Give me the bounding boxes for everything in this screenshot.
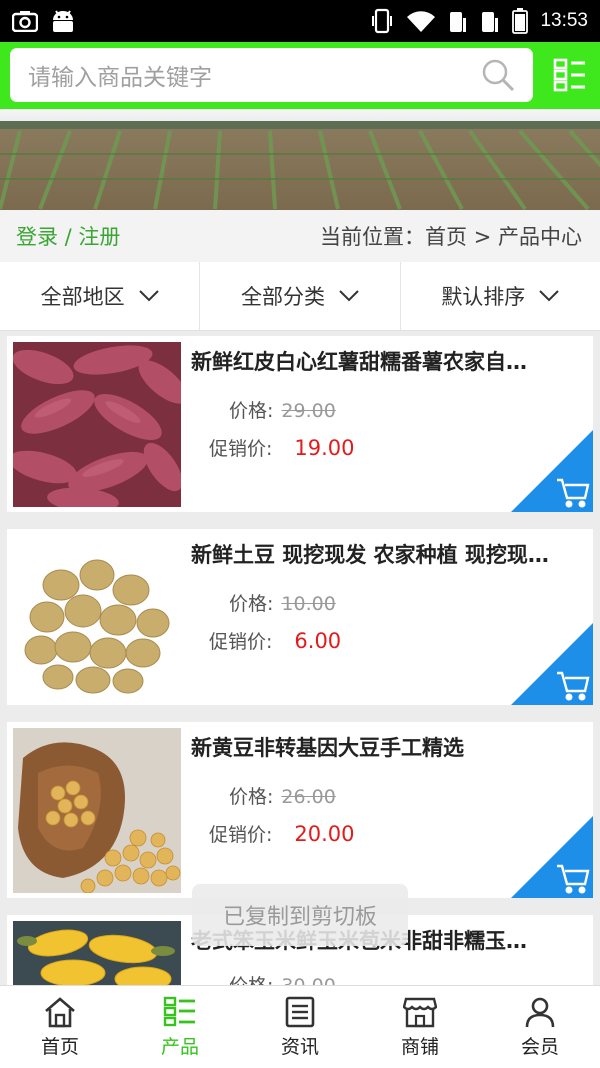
product-card[interactable]: 新黄豆非转基因大豆手工精选 价格: 26.00 促销价: 20.00: [7, 722, 593, 898]
product-title[interactable]: 新黄豆非转基因大豆手工精选: [191, 732, 581, 762]
user-icon: [524, 996, 556, 1028]
signal-icon-2: [480, 8, 500, 34]
price-label: 价格:: [229, 593, 274, 615]
filter-bar: 全部地区 全部分类 默认排序: [0, 262, 600, 331]
product-title[interactable]: 新鲜红皮白心红薯甜糯番薯农家自…: [191, 346, 581, 376]
price-row: 价格: 29.00: [229, 396, 336, 423]
tab-home[interactable]: 首页: [0, 986, 120, 1068]
original-price: 29.00: [281, 400, 336, 422]
toast-message: 已复制到剪切板: [192, 884, 408, 946]
home-icon: [43, 996, 77, 1028]
chevron-down-icon: [138, 290, 159, 302]
search-icon[interactable]: [481, 58, 515, 92]
chevron-down-icon: [339, 290, 359, 302]
status-bar: 13:53: [0, 0, 600, 42]
promo-label: 促销价:: [209, 438, 273, 460]
promo-row: 促销价: 20.00: [209, 820, 355, 847]
product-image-sweet-potato[interactable]: [13, 342, 181, 507]
list-icon: [163, 996, 197, 1028]
add-to-cart-button[interactable]: [511, 623, 593, 705]
promo-label: 促销价:: [209, 824, 273, 846]
tab-home-label: 首页: [40, 1035, 79, 1058]
tab-member-label: 会员: [520, 1035, 559, 1058]
promo-price: 20.00: [294, 822, 355, 846]
product-title[interactable]: 新鲜土豆 现挖现发 农家种植 现挖现…: [191, 539, 581, 569]
filter-region-label: 全部地区: [40, 285, 125, 309]
promo-row: 促销价: 19.00: [209, 434, 355, 461]
price-row: 价格: 30.00: [229, 971, 336, 985]
breadcrumb: 当前位置：首页 > 产品中心: [320, 225, 582, 249]
add-to-cart-button[interactable]: [511, 430, 593, 512]
category-menu-icon[interactable]: [552, 57, 588, 93]
tab-shops[interactable]: 商铺: [360, 986, 480, 1068]
filter-region[interactable]: 全部地区: [0, 262, 201, 330]
original-price: 30.00: [281, 975, 335, 985]
filter-category[interactable]: 全部分类: [200, 262, 401, 330]
status-time: 13:53: [540, 10, 588, 31]
tab-member[interactable]: 会员: [480, 986, 600, 1068]
tab-products[interactable]: 产品: [120, 986, 240, 1068]
add-to-cart-button[interactable]: [511, 816, 593, 898]
chevron-down-icon: [539, 290, 560, 302]
wifi-icon: [406, 9, 436, 33]
search-placeholder: 请输入商品关键字: [28, 65, 212, 91]
product-card[interactable]: 新鲜红皮白心红薯甜糯番薯农家自… 价格: 29.00 促销价: 19.00: [7, 336, 593, 512]
bottom-tab-bar: 首页 产品 资讯 商铺 会员: [0, 985, 600, 1068]
tab-products-label: 产品: [160, 1035, 199, 1058]
tab-shops-label: 商铺: [400, 1035, 439, 1058]
login-register-link[interactable]: 登录 / 注册: [16, 221, 120, 251]
product-image-potato[interactable]: [13, 535, 181, 700]
news-icon: [284, 996, 316, 1028]
screenshot-icon: [12, 10, 38, 32]
original-price: 10.00: [281, 593, 336, 615]
android-icon: [50, 9, 76, 33]
promo-price: 19.00: [294, 436, 355, 460]
signal-icon: [448, 8, 468, 34]
promo-row: 促销价: 6.00: [209, 627, 341, 654]
promo-label: 促销价:: [209, 631, 273, 653]
original-price: 26.00: [281, 786, 336, 808]
promo-price: 6.00: [294, 629, 342, 653]
filter-category-label: 全部分类: [240, 285, 325, 309]
price-label: 价格:: [229, 786, 274, 808]
price-row: 价格: 26.00: [229, 782, 336, 809]
banner-image[interactable]: [0, 109, 600, 210]
tab-news[interactable]: 资讯: [240, 986, 360, 1068]
vibrate-icon: [372, 8, 394, 34]
battery-icon: [512, 8, 529, 34]
price-label: 价格:: [229, 975, 273, 985]
filter-sort-label: 默认排序: [441, 285, 526, 309]
shop-icon: [403, 996, 437, 1028]
price-row: 价格: 10.00: [229, 589, 336, 616]
top-bar: 请输入商品关键字: [0, 42, 600, 109]
product-card[interactable]: 新鲜土豆 现挖现发 农家种植 现挖现… 价格: 10.00 促销价: 6.00: [7, 529, 593, 705]
tab-news-label: 资讯: [280, 1035, 319, 1058]
price-label: 价格:: [229, 400, 274, 422]
breadcrumb-bar: 登录 / 注册 当前位置：首页 > 产品中心: [0, 210, 600, 262]
product-image-corn[interactable]: [13, 921, 181, 985]
filter-sort[interactable]: 默认排序: [401, 262, 600, 330]
product-image-soybean[interactable]: [13, 728, 181, 893]
search-input[interactable]: 请输入商品关键字: [10, 48, 533, 102]
